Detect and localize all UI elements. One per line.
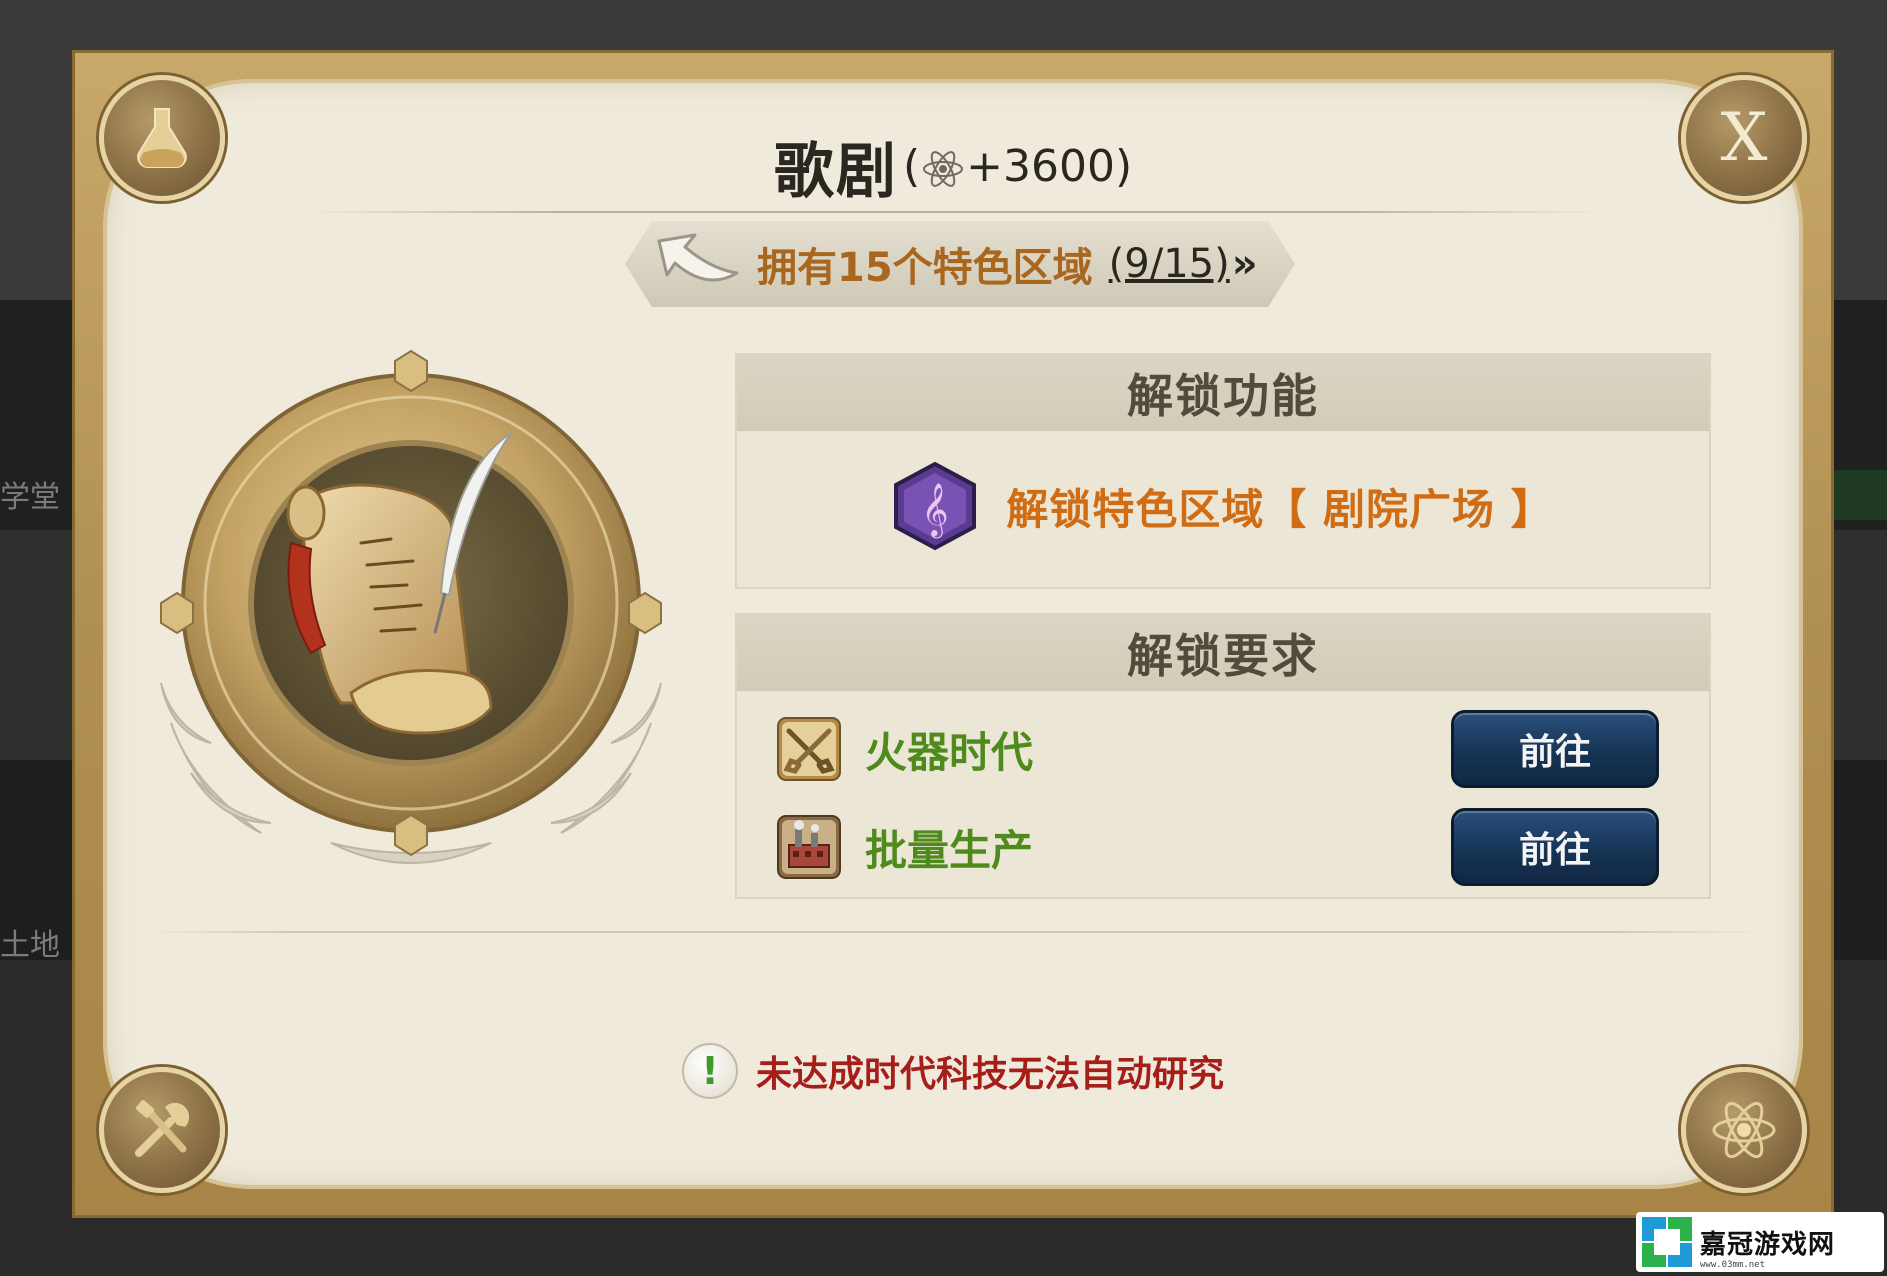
- site-watermark: 嘉冠游戏网 www.03mm.net: [1636, 1212, 1884, 1272]
- science-bonus: ( +3600): [903, 141, 1132, 192]
- research-warning: ! 未达成时代科技无法自动研究: [75, 1043, 1831, 1099]
- tech-medallion: [160, 349, 662, 864]
- bonus-close-paren: ): [1114, 141, 1133, 192]
- warning-text: 未达成时代科技无法自动研究: [755, 1054, 1224, 1095]
- unlock-feature-text: 解锁特色区域【 剧院广场 】: [1006, 484, 1554, 534]
- achievement-progress[interactable]: (9/15): [1109, 241, 1230, 287]
- exclamation-icon: !: [681, 1043, 738, 1099]
- requirement-row: 火器时代 前往: [777, 710, 1659, 788]
- arrow-left-icon: [657, 233, 739, 282]
- achievement-text: 拥有15个特色区域: [757, 245, 1093, 291]
- science-atom-icon: [923, 151, 964, 187]
- music-note-hex-icon: 𝄞: [894, 461, 977, 551]
- go-to-requirement-button[interactable]: 前往: [1451, 710, 1659, 788]
- watermark-text: 嘉冠游戏网: [1700, 1229, 1836, 1260]
- requirement-name: 批量生产: [865, 825, 1034, 875]
- unlock-feature-panel: 解锁功能 𝄞 解锁特色区域【 剧院广场 】: [735, 353, 1711, 589]
- tech-detail-dialog: X 歌剧 (+3600) 拥有15个特色区域 (9/15) » 解锁功能 𝄞 …: [72, 50, 1834, 1218]
- factory-icon: [777, 815, 841, 879]
- title-divider: [305, 211, 1601, 213]
- bonus-open-paren: (: [902, 141, 921, 192]
- background-label-land: 土地: [0, 928, 60, 963]
- double-chevron-right-icon: »: [1231, 241, 1258, 287]
- unlock-requirements-heading: 解锁要求: [737, 615, 1709, 691]
- go-to-requirement-button[interactable]: 前往: [1451, 808, 1659, 886]
- unlock-feature-heading: 解锁功能: [737, 355, 1709, 431]
- tech-name: 歌剧: [773, 137, 898, 207]
- dialog-title: 歌剧 ( +3600): [75, 123, 1831, 210]
- requirement-name: 火器时代: [865, 727, 1034, 777]
- watermark-url: www.03mm.net: [1700, 1260, 1766, 1270]
- unlock-requirements-panel: 解锁要求 火器时代 前往 批量生产 前往: [735, 613, 1711, 899]
- background-label-school: 学堂: [0, 480, 60, 515]
- unlock-feature-row[interactable]: 𝄞 解锁特色区域【 剧院广场 】: [737, 431, 1709, 581]
- site-logo-icon: [1642, 1217, 1692, 1267]
- achievement-banner[interactable]: 拥有15个特色区域 (9/15) »: [625, 221, 1295, 307]
- content-divider: [145, 931, 1761, 933]
- crossed-pistols-icon: [777, 717, 841, 781]
- bonus-value: +3600: [966, 141, 1115, 192]
- requirement-row: 批量生产 前往: [777, 808, 1659, 886]
- svg-text:𝄞: 𝄞: [922, 482, 949, 538]
